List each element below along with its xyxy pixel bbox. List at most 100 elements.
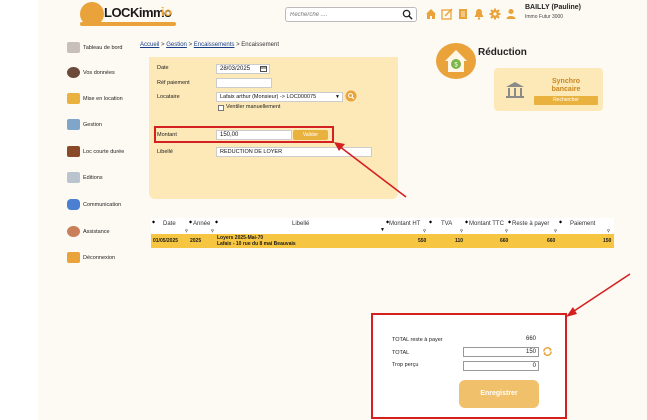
total-label: TOTAL (392, 350, 410, 356)
sort-icon[interactable]: ◆ (465, 219, 468, 224)
column-header-year[interactable]: Année (193, 221, 210, 227)
search-icon[interactable] (402, 9, 413, 20)
breadcrumb: Accueil > Gestion > Encaissements > Enca… (140, 42, 279, 48)
search-input[interactable] (286, 8, 396, 21)
sidebar-item-label: Loc courte durée (83, 148, 125, 155)
sidebar-item-communication[interactable]: Communication (67, 199, 121, 210)
user-icon[interactable] (504, 7, 517, 20)
amount-field[interactable]: 150,00 (216, 130, 292, 140)
date-field[interactable]: 28/03/2025 (216, 64, 270, 74)
filter-icon[interactable]: ⚲ (505, 228, 508, 233)
piggy-bank-house-icon: $ (436, 43, 476, 79)
logout-icon (67, 252, 80, 263)
breadcrumb-gestion[interactable]: Gestion (166, 42, 187, 48)
user-name[interactable]: BAILLY (Pauline) (525, 4, 581, 11)
overpaid-label: Trop perçu (392, 362, 419, 368)
management-icon (67, 119, 80, 130)
sidebar-item-editions[interactable]: Editions (67, 172, 103, 183)
breadcrumb-encaissements[interactable]: Encaissements (194, 42, 235, 48)
total-remaining-label: TOTAL reste à payer (392, 337, 443, 343)
sidebar-item-rental[interactable]: Mise en location (67, 93, 123, 104)
date-value: 28/03/2025 (220, 66, 251, 72)
filter-icon[interactable]: ⚲ (185, 228, 188, 233)
tenant-value: Lafaix arthur (Monsieur) -> LOC000075 (220, 94, 317, 100)
sidebar-item-dashboard[interactable]: Tableau de bord (67, 42, 122, 53)
sort-icon[interactable]: ◆ (215, 219, 218, 224)
sidebar-item-logout[interactable]: Déconnexion (67, 252, 115, 263)
column-header-label[interactable]: Libellé (292, 221, 309, 227)
column-header-remaining[interactable]: Reste à payer (512, 221, 549, 227)
sidebar-item-label: Gestion (83, 121, 102, 128)
bank-sync-title-line1: Synchro (551, 78, 580, 85)
sidebar-item-label: Editions (83, 174, 103, 181)
cell-label-line2: Lafaix - 10 rue du 8 mai Beauvais (217, 241, 296, 247)
print-icon (67, 172, 80, 183)
bank-sync-title: Synchro bancaire (546, 78, 586, 94)
save-button[interactable]: Enregistrer (459, 380, 539, 408)
filter-icon[interactable]: ⚲ (607, 228, 610, 233)
sidebar-item-short-term[interactable]: Loc courte durée (67, 146, 124, 157)
sort-icon[interactable]: ◆ (559, 219, 562, 224)
cell-year: 2025 (190, 238, 202, 244)
column-header-amount-ttc[interactable]: Montant TTC (469, 221, 504, 227)
keys-icon (67, 93, 80, 104)
sidebar-item-label: Communication (83, 201, 122, 208)
column-header-payment[interactable]: Paiement (570, 221, 595, 227)
bell-icon[interactable] (472, 7, 485, 20)
gear-icon[interactable] (488, 7, 501, 20)
search-bank-button[interactable]: Rechercher (534, 96, 598, 105)
bank-sync-title-line2: bancaire (551, 86, 581, 93)
ref-payment-field[interactable] (216, 78, 272, 88)
sidebar-item-label: Assistance (83, 228, 110, 235)
document-icon[interactable] (456, 7, 469, 20)
sidebar-item-assistance[interactable]: Assistance (67, 226, 110, 237)
suitcase-icon (67, 146, 80, 157)
page-title: Réduction (478, 47, 527, 58)
total-remaining-value: 660 (526, 336, 537, 342)
tenant-label: Locataire (157, 94, 180, 100)
sidebar-item-your-data[interactable]: Vos données (67, 67, 115, 78)
libelle-label: Libellé (157, 149, 173, 155)
ref-payment-label: Réf paiement (157, 80, 190, 86)
validate-button[interactable]: Valider (293, 130, 328, 140)
filter-icon[interactable]: ⚲ (211, 228, 214, 233)
sidebar-item-label: Vos données (83, 69, 115, 76)
amount-label: Montant (157, 132, 177, 138)
user-data-icon (67, 67, 80, 78)
sort-icon[interactable]: ◆ (152, 219, 155, 224)
filter-icon[interactable]: ⚲ (423, 228, 426, 233)
ventiler-checkbox[interactable] (218, 105, 224, 111)
sidebar-item-management[interactable]: Gestion (67, 119, 102, 130)
column-header-amount-ht[interactable]: Montant HT (389, 221, 420, 227)
sort-icon[interactable]: ◆ (508, 219, 511, 224)
cell-remaining: 660 (547, 238, 556, 244)
sort-icon[interactable]: ◆ (189, 219, 192, 224)
sort-icon[interactable]: ◆ (429, 219, 432, 224)
filter-icon[interactable]: ⚲ (554, 228, 557, 233)
logo-suffix: io (161, 5, 172, 19)
breadcrumb-home[interactable]: Accueil (140, 42, 159, 48)
page-margin (0, 0, 38, 420)
sort-icon[interactable]: ◆ (386, 219, 389, 224)
calendar-icon[interactable] (260, 66, 267, 72)
header-toolbar (424, 7, 517, 20)
tenant-select[interactable]: Lafaix arthur (Monsieur) -> LOC000075 ▼ (216, 92, 343, 102)
home-icon[interactable] (424, 7, 437, 20)
column-header-vat[interactable]: TVA (441, 221, 452, 227)
cell-date: 01/05/2025 (153, 238, 179, 244)
bank-icon (506, 82, 524, 98)
search-box[interactable] (285, 7, 417, 22)
overpaid-field[interactable]: 0 (463, 361, 539, 371)
total-field[interactable]: 150 (463, 347, 539, 357)
sort-desc-icon[interactable]: ▼ (380, 227, 385, 233)
date-label: Date (157, 65, 169, 71)
refresh-icon[interactable] (542, 346, 553, 357)
chevron-down-icon[interactable]: ▼ (335, 93, 340, 101)
support-icon (67, 226, 80, 237)
edit-icon[interactable] (440, 7, 453, 20)
search-tenant-icon[interactable] (345, 90, 357, 102)
column-header-date[interactable]: Date (163, 221, 176, 227)
sidebar-item-label: Tableau de bord (83, 44, 123, 51)
libelle-field[interactable]: REDUCTION DE LOYER (216, 147, 372, 157)
filter-icon[interactable]: ⚲ (460, 228, 463, 233)
